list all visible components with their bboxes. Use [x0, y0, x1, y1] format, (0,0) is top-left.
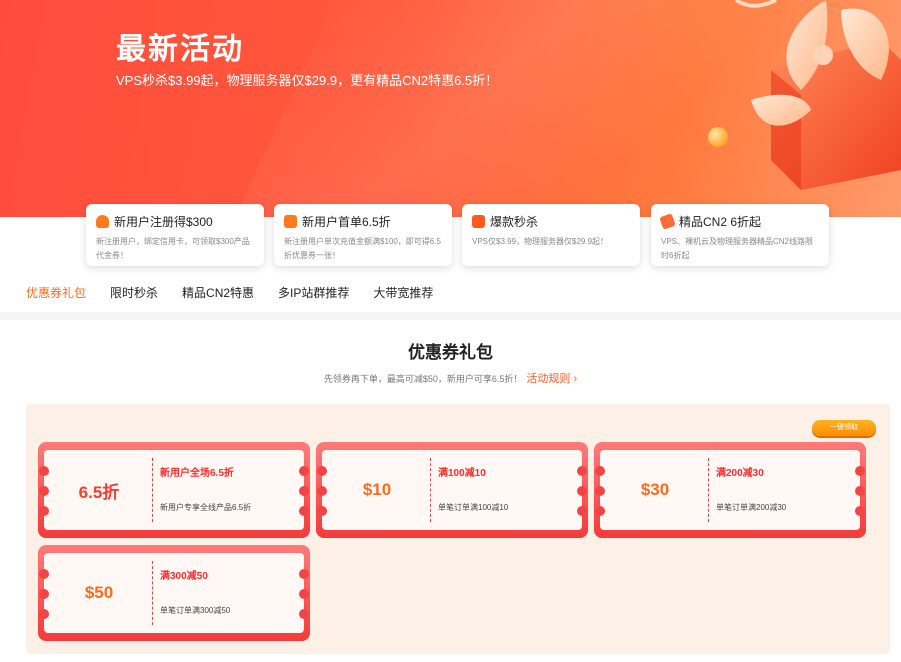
feature-title: 新用户首单6.5折 [302, 214, 391, 229]
hero-subtitle: VPS秒杀$3.99起，物理服务器仅$29.9，更有精品CN2特惠6.5折！ [116, 73, 499, 88]
feature-desc: 新注册用户单次充值金额满$100，即可得6.5折优惠券一张！ [284, 237, 441, 260]
coupon-divider [152, 561, 153, 625]
section-title: 优惠券礼包 [408, 343, 493, 362]
tab-multi-ip[interactable]: 多IP站群推荐 [278, 284, 349, 301]
feature-card-new-user[interactable]: 新用户注册得$300 新注册用户，绑定信用卡，可领取$300产品代金券！ [86, 204, 264, 266]
gift-icon [284, 214, 297, 228]
tab-cn2[interactable]: 精品CN2特惠 [182, 284, 254, 301]
gift-box-icon [734, 0, 901, 190]
feature-desc: VPS仅$3.99，物理服务器仅$29.9起！ [472, 237, 609, 246]
coupon-card[interactable]: $10 满100减10 单笔订单满100减10 [316, 442, 588, 538]
coupon-amount: 6.5折 [78, 482, 120, 502]
feature-card-first-order[interactable]: 新用户首单6.5折 新注册用户单次充值金额满$100，即可得6.5折优惠券一张！ [274, 204, 452, 266]
coupon-amount: $10 [362, 480, 392, 499]
coupon-desc: 单笔订单满100减10 [438, 503, 509, 512]
category-tabs: 优惠券礼包 限时秒杀 精品CN2特惠 多IP站群推荐 大带宽推荐 [26, 284, 457, 301]
coupon-card[interactable]: 6.5折 新用户全场6.5折 新用户专享全线产品6.5折 [38, 442, 310, 538]
tab-bandwidth[interactable]: 大带宽推荐 [373, 284, 433, 301]
hero-banner: 最新活动 VPS秒杀$3.99起，物理服务器仅$29.9，更有精品CN2特惠6.… [0, 0, 901, 217]
user-icon [96, 214, 109, 228]
coupon-amount: $50 [84, 583, 114, 602]
section-subtitle: 先领券再下单，最高可减$50，新用户可享6.5折！ 活动规则 › [0, 370, 901, 386]
feature-title: 新用户注册得$300 [114, 214, 213, 229]
feature-desc: 新注册用户，绑定信用卡，可领取$300产品代金券！ [96, 237, 250, 260]
claim-all-button[interactable]: 一键领取 [812, 420, 876, 436]
divider [0, 312, 901, 320]
coupon-divider [708, 458, 709, 522]
coupon-desc: 单笔订单满200减30 [716, 503, 787, 512]
feature-card-cn2[interactable]: 精品CN2 6折起 VPS、裸机云及物理服务器精品CN2线路限时6折起 [651, 204, 829, 266]
tag-icon [659, 212, 676, 230]
coupon-divider [430, 458, 431, 522]
feature-title: 精品CN2 6折起 [679, 214, 762, 229]
coupon-card[interactable]: $50 满300减50 单笔订单满300减50 [38, 545, 310, 641]
coupon-title: 满100减10 [438, 468, 486, 479]
decorative-ball-icon [708, 127, 728, 147]
hero-title: 最新活动 [116, 33, 244, 66]
cart-icon [472, 214, 485, 228]
coupon-divider [152, 458, 153, 522]
coupon-card[interactable]: $30 满200减30 单笔订单满200减30 [594, 442, 866, 538]
coupon-desc: 新用户专享全线产品6.5折 [160, 503, 252, 512]
coupon-amount: $30 [640, 480, 670, 499]
coupon-title: 满300减50 [160, 571, 208, 582]
coupon-desc: 单笔订单满300减50 [160, 606, 231, 615]
rules-link[interactable]: 活动规则 › [526, 373, 577, 385]
feature-title: 爆款秒杀 [490, 214, 539, 229]
tab-flash-sale[interactable]: 限时秒杀 [110, 284, 158, 301]
feature-card-flash-sale[interactable]: 爆款秒杀 VPS仅$3.99，物理服务器仅$29.9起！ [462, 204, 640, 266]
section-subtitle-text: 先领券再下单，最高可减$50，新用户可享6.5折！ [323, 374, 523, 384]
coupon-title: 新用户全场6.5折 [160, 468, 234, 479]
feature-desc: VPS、裸机云及物理服务器精品CN2线路限时6折起 [661, 237, 814, 260]
coupon-title: 满200减30 [716, 468, 764, 479]
tab-coupons[interactable]: 优惠券礼包 [26, 284, 86, 301]
